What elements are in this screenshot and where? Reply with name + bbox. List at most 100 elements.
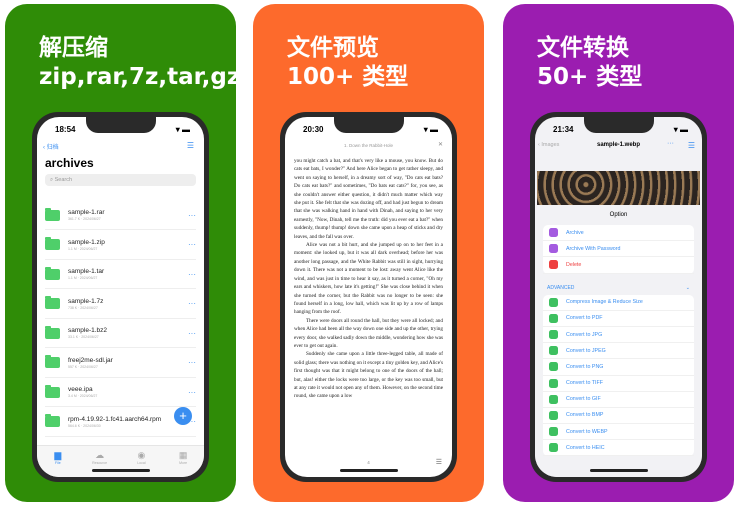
file-name: sample-1.rar — [68, 209, 105, 216]
file-name: sample-1.bz2 — [68, 327, 108, 334]
file-row[interactable]: sample-1.7z 738 K · 2024/06/27 ··· — [45, 290, 196, 319]
battery-icon: ▾ ▬ — [673, 125, 688, 134]
convert-option[interactable]: Convert to PDF — [543, 311, 694, 327]
page-title: archives — [45, 156, 94, 170]
convert-option[interactable]: Convert to GIF — [543, 392, 694, 408]
chevron-down-icon: ⌄ — [685, 284, 690, 291]
image-convert-icon — [549, 346, 558, 356]
panel-preview: 文件预览 100+ 类型 20:30 ▾ ▬ 1. Down the Rabbit-… — [253, 4, 484, 502]
panel-convert: 文件转换 50+ 类型 21:34 ▾ ▬ ‹ Images sample-1.we… — [503, 4, 734, 502]
search-input[interactable]: ⌕ Search — [45, 174, 196, 186]
chapter-title: 1. Down the Rabbit-Hole — [343, 143, 394, 148]
paragraph: Alice was not a bit hurt, and she jumped… — [294, 242, 443, 316]
sheet-title: Option — [609, 212, 628, 218]
file-name: veee.ipa — [68, 386, 93, 393]
status-time: 20:30 — [303, 125, 324, 134]
convert-option[interactable]: Convert to JPG — [543, 327, 694, 344]
headline-line2: 50+ 类型 — [537, 64, 643, 90]
more-icon[interactable]: ··· — [188, 358, 196, 367]
folder-icon — [45, 266, 60, 280]
convert-option[interactable]: Convert to WEBP — [543, 424, 694, 441]
folder-icon — [45, 325, 60, 339]
menu-icon[interactable]: ☰ — [436, 458, 442, 466]
convert-option[interactable]: Compress Image & Reduce Size — [543, 295, 694, 311]
image-convert-icon — [549, 443, 558, 453]
phone-frame: 18:54 ▾ ▬ ‹ 归档 ☰ archives ⌕ Search sample… — [32, 112, 209, 482]
folder-icon — [45, 384, 60, 398]
image-convert-icon — [549, 362, 558, 372]
file-name: rpm-4.19.92-1.fc41.aarch64.rpm — [68, 415, 162, 423]
file-meta: 557 K · 2024/06/27 — [68, 364, 98, 369]
advanced-section-header[interactable]: ADVANCED ⌄ — [535, 274, 702, 295]
close-icon[interactable]: ✕ — [438, 141, 443, 148]
file-name: sample-1.tar — [68, 268, 105, 275]
headline-line1: 解压缩 — [39, 35, 108, 61]
file-title: sample-1.webp — [596, 142, 640, 148]
page-number: 4 — [367, 460, 370, 465]
convert-option[interactable]: Convert to PNG — [543, 359, 694, 376]
more-icon[interactable]: ··· — [188, 240, 196, 249]
file-meta: 564.6 K · 2024/06/30 — [68, 423, 101, 428]
more-icon[interactable]: ··· — [188, 211, 196, 220]
tab-label: Local — [137, 461, 146, 465]
folder-icon — [45, 207, 60, 221]
file-row[interactable]: sample-1.zip 1.1 M · 2024/06/27 ··· — [45, 231, 196, 260]
file-meta: 1.1 M · 2024/06/27 — [68, 276, 98, 280]
file-name: sample-1.7z — [68, 297, 104, 305]
book-text: you might catch a bat, and that's very l… — [294, 157, 443, 401]
tab-local[interactable]: ◉ Local — [121, 450, 163, 477]
phone-frame: 20:30 ▾ ▬ 1. Down the Rabbit-Hole ✕ you m… — [280, 112, 457, 482]
file-row[interactable]: sample-1.tar 1.1 M · 2024/06/27 ··· — [45, 260, 196, 289]
panel-headline: 文件转换 50+ 类型 — [537, 34, 642, 92]
convert-option[interactable]: Convert to BMP — [543, 408, 694, 425]
folder-icon — [45, 237, 60, 250]
image-convert-icon — [549, 394, 558, 404]
headline-line1: 文件预览 — [287, 35, 379, 61]
more-icon[interactable]: ··· — [188, 329, 196, 338]
tab-resource[interactable]: ☁ Resource — [79, 450, 121, 477]
headline-line2: zip,rar,7z,tar,gz — [39, 64, 236, 90]
action-archive-with-password[interactable]: Archive With Password — [543, 241, 694, 258]
archive-icon — [549, 228, 558, 238]
phone-frame: 21:34 ▾ ▬ ‹ Images sample-1.webp ··· ☰ Op… — [530, 112, 707, 482]
folder-icon — [45, 414, 60, 427]
back-button[interactable]: ‹ 归档 — [43, 142, 59, 151]
convert-option[interactable]: Convert to JPEG — [543, 343, 694, 360]
file-row[interactable]: sample-1.rar 361.7 K · 2024/06/27 ··· — [45, 201, 196, 230]
headline-line2: 100+ 类型 — [287, 64, 409, 90]
add-button[interactable]: + — [174, 407, 192, 425]
file-meta: 3.4 M · 2024/06/27 — [68, 394, 98, 398]
action-archive[interactable]: Archive — [543, 225, 694, 242]
panel-headline: 解压缩 zip,rar,7z,tar,gz — [39, 34, 236, 92]
folder-icon — [45, 355, 60, 368]
panel-headline: 文件预览 100+ 类型 — [287, 34, 408, 92]
file-name: sample-1.zip — [68, 238, 105, 246]
file-row[interactable]: rpm-4.19.92-1.fc41.aarch64.rpm 564.6 K · … — [45, 408, 196, 437]
disc-icon: ◉ — [137, 450, 146, 460]
folder-icon — [45, 296, 60, 309]
file-row[interactable]: sample-1.bz2 33.1 K · 2024/06/27 ··· — [45, 319, 196, 348]
status-time: 21:34 — [553, 125, 574, 134]
list-view-icon[interactable]: ☰ — [688, 141, 695, 150]
battery-icon: ▾ ▬ — [423, 125, 438, 134]
more-icon[interactable]: ··· — [667, 140, 674, 147]
image-convert-icon — [549, 378, 558, 388]
more-icon[interactable]: ··· — [188, 270, 196, 279]
trash-icon — [549, 260, 558, 270]
image-convert-icon — [549, 427, 558, 437]
image-convert-icon — [549, 313, 558, 323]
action-delete[interactable]: Delete — [543, 257, 694, 274]
convert-option[interactable]: Convert to TIFF — [543, 376, 694, 392]
file-row[interactable]: freej2me-sdl.jar 557 K · 2024/06/27 ··· — [45, 349, 196, 378]
cloud-icon: ☁ — [95, 450, 105, 460]
panel-extract: 解压缩 zip,rar,7z,tar,gz 18:54 ▾ ▬ ‹ 归档 ☰ arc… — [5, 4, 236, 502]
convert-option[interactable]: Convert to HEIC — [543, 440, 694, 457]
more-icon[interactable]: ··· — [188, 299, 196, 308]
tab-file[interactable]: ▆ File — [37, 450, 79, 477]
folder-icon: ▆ — [54, 450, 62, 460]
more-icon[interactable]: ··· — [188, 388, 196, 397]
file-name: freej2me-sdl.jar — [68, 356, 113, 364]
list-view-icon[interactable]: ☰ — [187, 141, 194, 150]
tab-more[interactable]: ▦ More — [162, 450, 204, 477]
file-row[interactable]: veee.ipa 3.4 M · 2024/06/27 ··· — [45, 378, 196, 407]
